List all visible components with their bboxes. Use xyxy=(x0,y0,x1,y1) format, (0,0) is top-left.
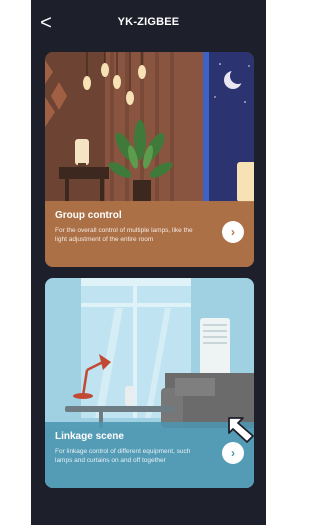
card-caption: Group control For the overall control of… xyxy=(45,201,254,267)
page-title: YK-ZIGBEE xyxy=(117,16,180,28)
chevron-right-icon: › xyxy=(231,225,235,239)
card-caption: Linkage scene For linkage control of dif… xyxy=(45,422,254,488)
card-description: For the overall control of multiple lamp… xyxy=(55,227,193,243)
app-screen: < YK-ZIGBEE Group control For the overal… xyxy=(31,0,266,525)
card-title: Group control xyxy=(55,210,122,221)
card-description: For linkage control of different equipme… xyxy=(55,448,191,464)
linkage-scene-arrow-button[interactable]: › xyxy=(222,442,244,464)
linkage-scene-card[interactable]: Linkage scene For linkage control of dif… xyxy=(45,278,254,488)
group-control-arrow-button[interactable]: › xyxy=(222,221,244,243)
chevron-right-icon: › xyxy=(231,446,235,460)
card-title: Linkage scene xyxy=(55,431,124,442)
top-bar: < YK-ZIGBEE xyxy=(31,0,266,50)
pointer-arrow-icon xyxy=(228,417,254,443)
group-control-card[interactable]: Group control For the overall control of… xyxy=(45,52,254,267)
